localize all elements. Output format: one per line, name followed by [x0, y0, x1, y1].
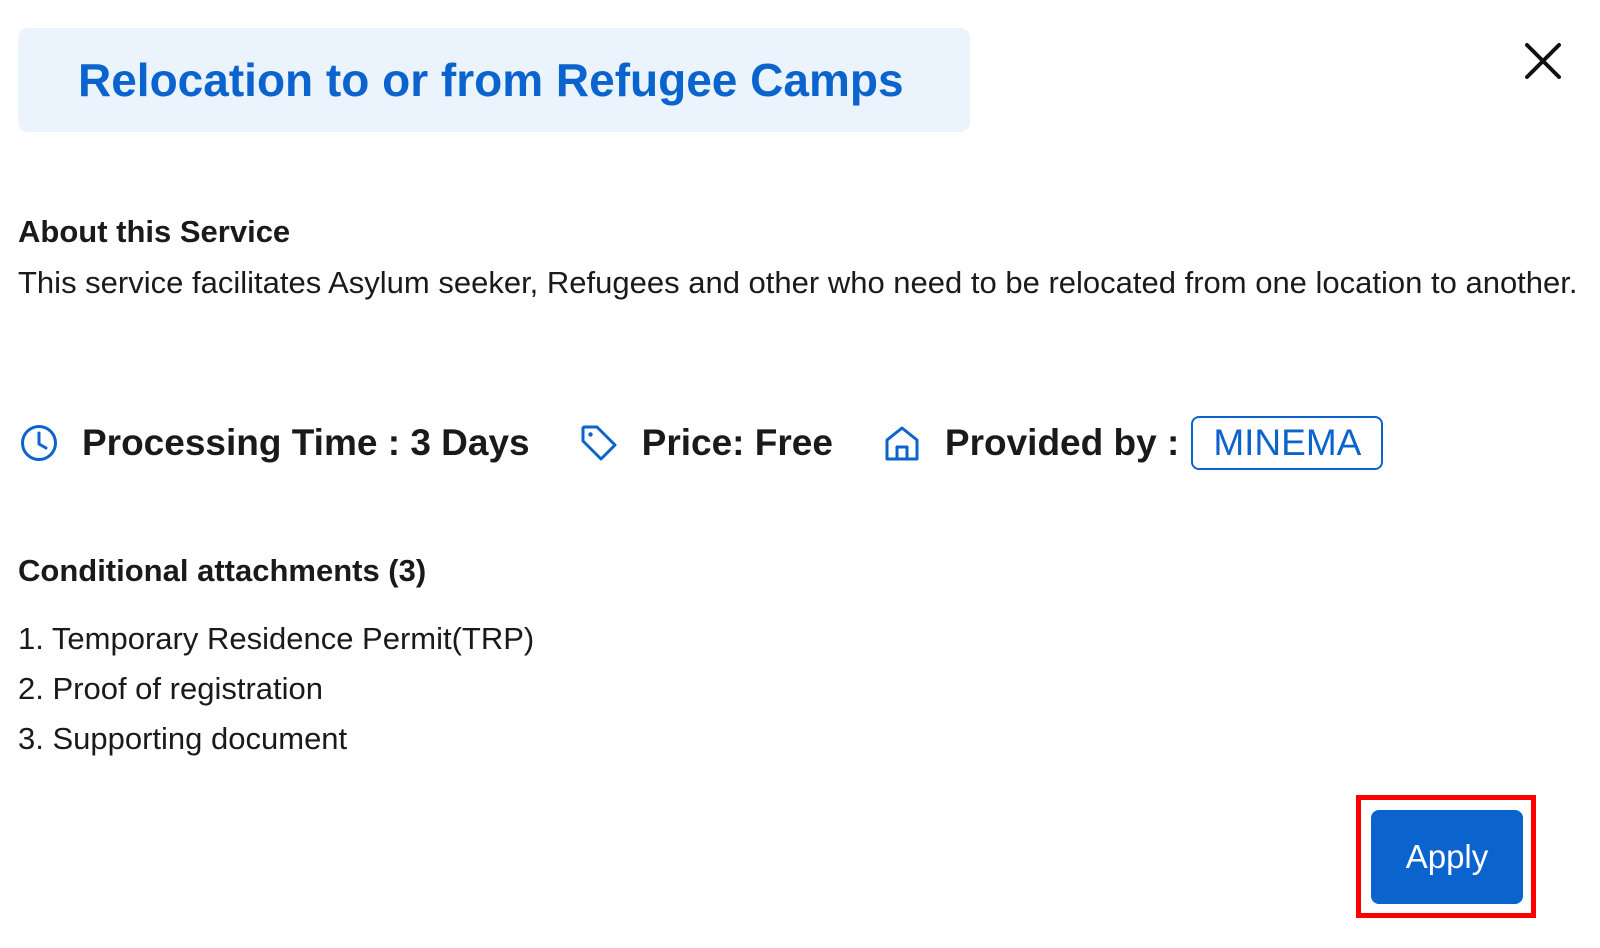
dialog-title: Relocation to or from Refugee Camps: [78, 54, 904, 106]
title-banner: Relocation to or from Refugee Camps: [18, 28, 970, 132]
home-icon: [881, 422, 923, 464]
tag-icon: [578, 422, 620, 464]
attachment-item: 3. Supporting document: [18, 721, 348, 756]
service-meta-row: Processing Time : 3 Days Price: Free Pro…: [18, 414, 1384, 472]
close-button[interactable]: [1524, 42, 1562, 80]
attachment-item: 1. Temporary Residence Permit(TRP): [18, 621, 535, 656]
attachments-heading: Conditional attachments (3): [18, 553, 427, 588]
provider-badge: MINEMA: [1191, 416, 1384, 470]
about-heading: About this Service: [18, 214, 291, 249]
provided-by-label: Provided by :: [944, 422, 1180, 463]
about-description: This service facilitates Asylum seeker, …: [18, 265, 1578, 300]
processing-time: Processing Time : 3 Days: [82, 422, 530, 463]
attachment-item: 2. Proof of registration: [18, 671, 323, 706]
attachments-list: 1. Temporary Residence Permit(TRP) 2. Pr…: [18, 614, 534, 764]
price: Price: Free: [641, 422, 833, 463]
apply-button[interactable]: Apply: [1371, 810, 1523, 904]
service-details-dialog: Relocation to or from Refugee Camps Abou…: [0, 0, 1600, 948]
clock-icon: [18, 422, 60, 464]
close-icon[interactable]: [1524, 42, 1562, 80]
